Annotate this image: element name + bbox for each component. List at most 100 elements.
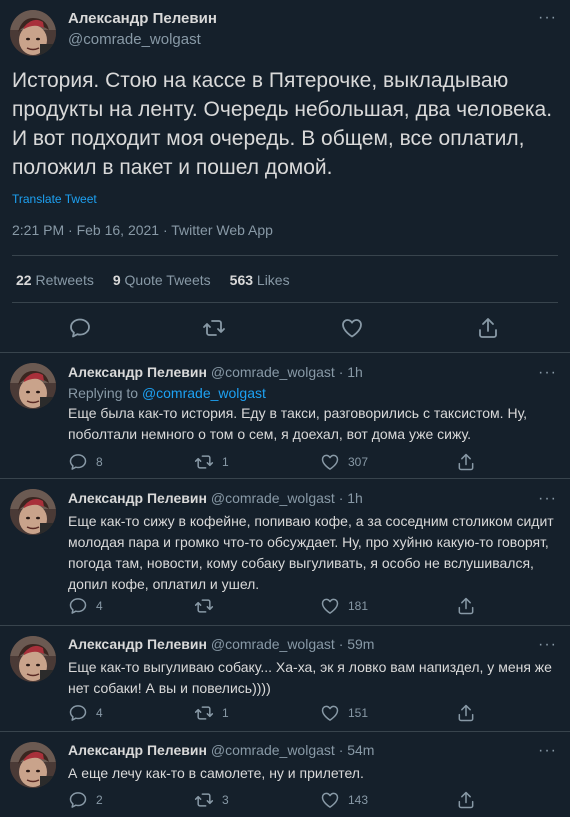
retweet-button[interactable]: [194, 596, 222, 616]
author-name[interactable]: Александр Пелевин: [68, 490, 207, 506]
like-count: 151: [348, 706, 369, 720]
divider: [12, 302, 558, 303]
share-button[interactable]: [456, 790, 476, 810]
author-handle[interactable]: @comrade_wolgast: [211, 364, 335, 380]
reply-header: Александр Пелевин @comrade_wolgast · 59m: [68, 636, 374, 652]
avatar-image: [10, 489, 56, 535]
avatar[interactable]: [10, 742, 56, 788]
retweet-button[interactable]: 1: [194, 452, 229, 472]
share-button[interactable]: [456, 703, 476, 723]
reply-tweet[interactable]: Александр Пелевин @comrade_wolgast · 1h …: [0, 353, 570, 477]
avatar-image: [10, 363, 56, 409]
avatar[interactable]: [10, 10, 56, 56]
retweet-button[interactable]: 3: [194, 790, 229, 810]
replying-prefix: Replying to: [68, 385, 139, 401]
reply-icon: [68, 790, 88, 810]
retweet-icon: [194, 790, 214, 810]
avatar[interactable]: [10, 636, 56, 682]
like-button[interactable]: 181: [320, 596, 368, 616]
retweet-icon: [194, 452, 214, 472]
reply-icon: [68, 596, 88, 616]
more-icon[interactable]: ···: [538, 365, 557, 381]
tweet-stats: 22 Retweets 9 Quote Tweets 563 Likes: [16, 272, 290, 288]
author-handle[interactable]: @comrade_wolgast: [68, 31, 201, 48]
reply-count: 4: [96, 706, 103, 720]
reply-text: Еще была как-то история. Еду в такси, ра…: [68, 405, 528, 442]
like-count: 181: [348, 599, 369, 613]
heart-icon: [320, 452, 340, 472]
translate-tweet-link[interactable]: Translate Tweet: [12, 192, 97, 206]
like-count: 143: [348, 793, 369, 807]
quotes-count: 9: [112, 272, 121, 288]
avatar-image: [10, 636, 56, 682]
author-name[interactable]: Александр Пелевин: [68, 742, 207, 758]
share-icon[interactable]: [476, 316, 500, 340]
author-handle[interactable]: @comrade_wolgast: [211, 742, 335, 758]
retweet-count: 3: [222, 793, 229, 807]
author-handle[interactable]: @comrade_wolgast: [211, 490, 335, 506]
author-name[interactable]: Александр Пелевин: [68, 10, 217, 27]
reply-action-bar: 4 1 151: [68, 703, 548, 723]
retweet-button[interactable]: 1: [194, 703, 229, 723]
heart-icon: [320, 790, 340, 810]
heart-icon[interactable]: [340, 316, 364, 340]
retweets-label: Retweets: [35, 272, 94, 288]
reply-count: 2: [96, 793, 103, 807]
more-icon[interactable]: ···: [538, 743, 557, 759]
reply-tweet[interactable]: Александр Пелевин @comrade_wolgast · 1h …: [0, 479, 570, 624]
avatar[interactable]: [10, 489, 56, 535]
retweet-icon: [194, 596, 214, 616]
avatar-image: [10, 10, 56, 56]
retweets-count: 22: [16, 272, 32, 288]
reply-button[interactable]: 8: [68, 452, 103, 472]
reply-time[interactable]: · 1h: [339, 364, 363, 380]
author-name[interactable]: Александр Пелевин: [68, 364, 207, 380]
likes-label: Likes: [256, 272, 290, 288]
author-name[interactable]: Александр Пелевин: [68, 636, 207, 652]
reply-action-bar: 8 1 307: [68, 452, 548, 472]
more-icon[interactable]: ···: [538, 637, 557, 653]
reply-icon[interactable]: [68, 316, 92, 340]
reply-action-bar: 4 181: [68, 596, 548, 616]
retweet-count: 1: [222, 455, 229, 469]
more-icon[interactable]: ···: [538, 491, 557, 507]
tweet-text: История. Стою на кассе в Пятерочке, выкл…: [12, 69, 553, 179]
share-icon: [456, 790, 476, 810]
reply-header: Александр Пелевин @comrade_wolgast · 1h: [68, 364, 363, 380]
retweet-count: 1: [222, 706, 229, 720]
reply-text: Еще как-то сижу в кофейне, попиваю кофе,…: [68, 513, 554, 592]
reply-button[interactable]: 2: [68, 790, 103, 810]
reply-action-bar: 2 3 143: [68, 790, 548, 810]
reply-tweet[interactable]: Александр Пелевин @comrade_wolgast · 59m…: [0, 626, 570, 730]
retweets-stat[interactable]: 22 Retweets: [16, 272, 94, 288]
reply-icon: [68, 452, 88, 472]
replying-to: Replying to @comrade_wolgast: [68, 385, 266, 401]
share-button[interactable]: [456, 452, 476, 472]
avatar[interactable]: [10, 363, 56, 409]
reply-time[interactable]: · 59m: [339, 636, 375, 652]
replying-to-link[interactable]: @comrade_wolgast: [142, 385, 266, 401]
like-button[interactable]: 143: [320, 790, 368, 810]
retweet-icon[interactable]: [202, 316, 226, 340]
reply-text: А еще лечу как-то в самолете, ну и приле…: [68, 765, 364, 781]
likes-count: 563: [229, 272, 254, 288]
quote-tweets-stat[interactable]: 9 Quote Tweets: [113, 272, 211, 288]
reply-count: 4: [96, 599, 103, 613]
reply-tweet[interactable]: Александр Пелевин @comrade_wolgast · 54m…: [0, 732, 570, 817]
more-icon[interactable]: ···: [538, 10, 557, 26]
like-count: 307: [348, 455, 369, 469]
quotes-label: Quote Tweets: [124, 272, 211, 288]
reply-header: Александр Пелевин @comrade_wolgast · 54m: [68, 742, 374, 758]
author-handle[interactable]: @comrade_wolgast: [211, 636, 335, 652]
like-button[interactable]: 307: [320, 452, 368, 472]
reply-button[interactable]: 4: [68, 596, 103, 616]
tweet-timestamp[interactable]: 2:21 PM · Feb 16, 2021 · Twitter Web App: [12, 222, 273, 238]
like-button[interactable]: 151: [320, 703, 368, 723]
reply-time[interactable]: · 54m: [339, 742, 375, 758]
likes-stat[interactable]: 563 Likes: [230, 272, 290, 288]
reply-button[interactable]: 4: [68, 703, 103, 723]
reply-count: 8: [96, 455, 103, 469]
reply-time[interactable]: · 1h: [339, 490, 363, 506]
share-button[interactable]: [456, 596, 476, 616]
share-icon: [456, 596, 476, 616]
